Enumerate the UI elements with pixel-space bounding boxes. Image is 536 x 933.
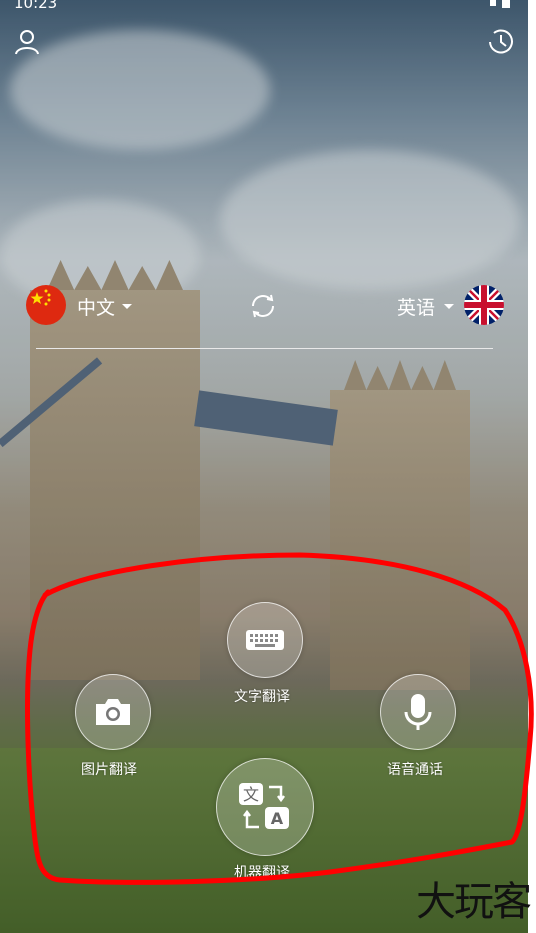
voice-call-label: 语音通话 [387,762,443,778]
battery-icon [490,0,510,8]
microphone-icon [404,694,432,730]
status-time: 10:23 [14,0,58,12]
china-flag-icon [26,285,66,325]
language-divider [36,348,493,349]
clock-history-icon [489,29,513,54]
profile-button[interactable] [11,26,43,58]
status-icons [488,0,514,11]
svg-text:文: 文 [243,785,259,804]
translate-icon: 文 A [239,783,289,829]
source-caret-icon [122,304,132,309]
text-translate-button[interactable] [227,602,303,678]
voice-call-button[interactable] [380,674,456,750]
uk-flag-cross [464,285,504,325]
screen-edge [528,0,536,933]
watermark-text: 大玩客 [416,879,532,925]
swap-languages-button[interactable] [246,289,280,323]
china-flag-stars [30,289,51,306]
uk-flag-icon [464,285,504,325]
photo-translate-button[interactable] [75,674,151,750]
keyboard-icon [246,630,284,650]
machine-translate-button[interactable]: 文 A [216,758,314,856]
machine-translate-label: 机器翻译 [234,865,290,881]
target-language-button[interactable]: 英语 [397,293,435,320]
source-language-button[interactable]: 中文 [77,293,115,320]
history-button[interactable] [485,26,517,58]
app-screen: 10:23 中文 英语 文字翻译 图片翻译 语音通话 文 A 机器翻译 [0,0,528,933]
text-translate-label: 文字翻译 [234,689,290,705]
svg-text:A: A [271,809,284,828]
camera-icon [96,699,130,725]
language-selector: 中文 英语 [24,285,506,327]
swap-icon [252,294,274,318]
target-caret-icon [444,304,454,309]
user-icon [15,30,39,55]
photo-translate-label: 图片翻译 [81,762,137,778]
